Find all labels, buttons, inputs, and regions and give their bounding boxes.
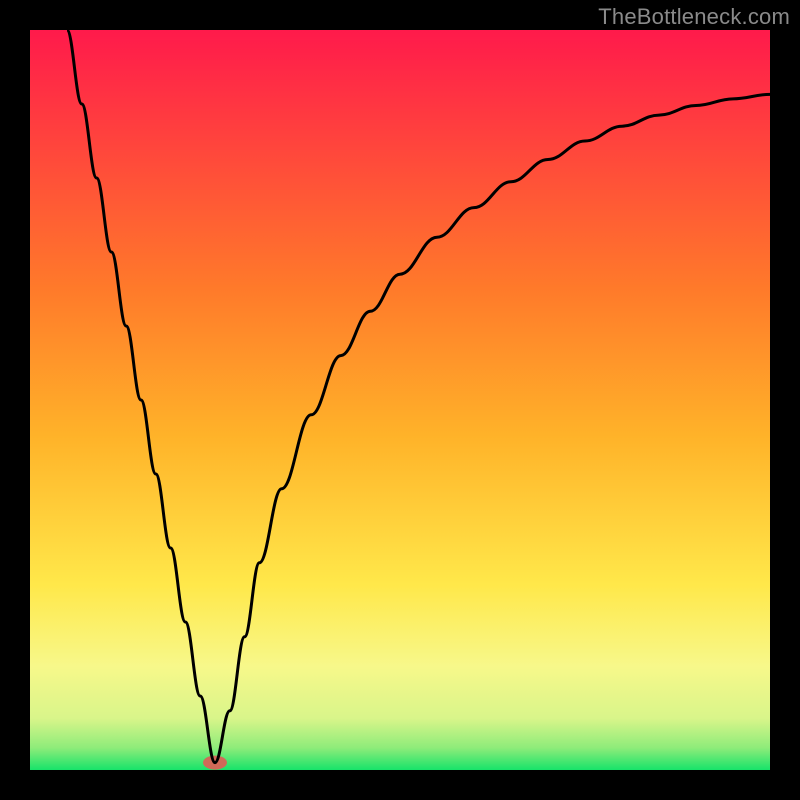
plot-area bbox=[30, 30, 770, 770]
chart-svg bbox=[30, 30, 770, 770]
chart-frame: TheBottleneck.com bbox=[0, 0, 800, 800]
watermark-label: TheBottleneck.com bbox=[598, 4, 790, 30]
